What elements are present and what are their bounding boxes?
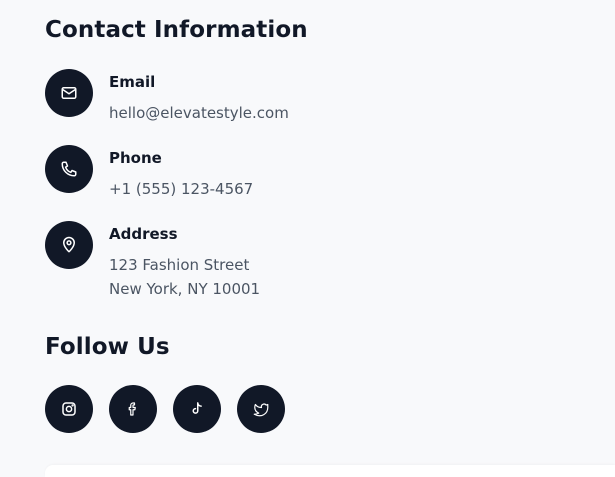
- mail-icon: [45, 69, 93, 117]
- instagram-button[interactable]: [45, 385, 93, 433]
- email-value[interactable]: hello@elevatestyle.com: [109, 101, 289, 125]
- address-label: Address: [109, 225, 178, 243]
- phone-value[interactable]: +1 (555) 123-4567: [109, 177, 253, 201]
- social-links: [45, 385, 285, 433]
- contact-page: Contact Information Email hello@elevates…: [0, 0, 615, 477]
- phone-icon: [45, 145, 93, 193]
- contact-item-email: Email hello@elevatestyle.com: [45, 69, 445, 149]
- address-line-1: 123 Fashion Street: [109, 256, 250, 274]
- instagram-icon: [62, 402, 76, 416]
- contact-section-title: Contact Information: [45, 17, 308, 43]
- contact-item-phone: Phone +1 (555) 123-4567: [45, 145, 445, 225]
- follow-section-title: Follow Us: [45, 334, 170, 360]
- twitter-button[interactable]: [237, 385, 285, 433]
- phone-label: Phone: [109, 149, 162, 167]
- tiktok-button[interactable]: [173, 385, 221, 433]
- contact-item-address: Address 123 Fashion Street New York, NY …: [45, 221, 445, 301]
- map-pin-icon: [45, 221, 93, 269]
- facebook-icon: [128, 402, 136, 416]
- address-value: 123 Fashion Street New York, NY 10001: [109, 253, 260, 301]
- twitter-icon: [253, 403, 269, 417]
- bottom-card: [45, 465, 615, 477]
- address-line-2: New York, NY 10001: [109, 280, 261, 298]
- facebook-button[interactable]: [109, 385, 157, 433]
- email-label: Email: [109, 73, 156, 91]
- tiktok-icon: [192, 402, 202, 414]
